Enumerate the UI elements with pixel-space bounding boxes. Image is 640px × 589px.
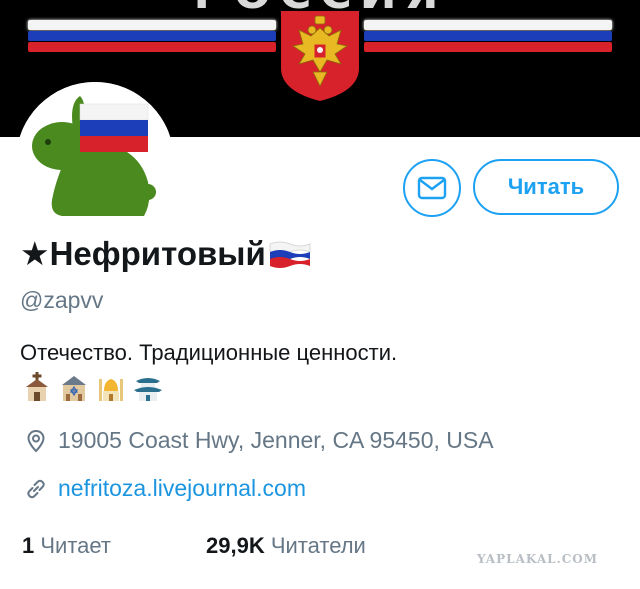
profile-location: 19005 Coast Hwy, Jenner, CA 95450, USA bbox=[24, 427, 494, 454]
profile-bio: Отечество. Традиционные ценности. bbox=[20, 340, 398, 365]
profile-website: nefritoza.livejournal.com bbox=[24, 475, 306, 502]
russia-flag-icon bbox=[269, 241, 311, 268]
link-icon bbox=[27, 479, 45, 498]
following-stat[interactable]: 1 Читает bbox=[22, 533, 111, 559]
followers-stat[interactable]: 29,9K Читатели bbox=[206, 533, 366, 559]
location-pin-icon bbox=[27, 429, 45, 452]
following-count: 1 bbox=[22, 533, 35, 558]
website-link[interactable]: nefritoza.livejournal.com bbox=[58, 475, 306, 502]
location-text: 19005 Coast Hwy, Jenner, CA 95450, USA bbox=[58, 427, 494, 453]
message-button[interactable] bbox=[403, 159, 461, 217]
flag-stripe-red-left bbox=[28, 42, 276, 52]
profile-name-row: ★Нефритовый bbox=[20, 234, 312, 273]
profile-name: ★Нефритовый bbox=[20, 235, 266, 272]
mosque-icon bbox=[99, 379, 123, 401]
synagogue-icon bbox=[62, 376, 86, 401]
flag-stripe-red-right bbox=[364, 42, 612, 52]
temple-icon bbox=[134, 378, 162, 401]
followers-count: 29,9K bbox=[206, 533, 265, 558]
followers-label: Читатели bbox=[270, 533, 366, 558]
coat-of-arms-icon bbox=[279, 9, 361, 104]
watermark: YAPLAKAL.COM bbox=[477, 552, 599, 566]
flag-stripe-white-right bbox=[364, 20, 612, 30]
bio-emoji-row bbox=[22, 371, 163, 403]
following-label: Читает bbox=[40, 533, 111, 558]
follow-button[interactable]: Читать bbox=[473, 159, 619, 215]
profile-handle: @zapvv bbox=[20, 287, 104, 313]
avatar[interactable] bbox=[16, 82, 174, 240]
church-icon bbox=[26, 372, 48, 401]
flag-stripe-white-left bbox=[28, 20, 276, 30]
envelope-icon bbox=[417, 176, 447, 200]
flag-stripe-blue-right bbox=[364, 31, 612, 41]
flag-stripe-blue-left bbox=[28, 31, 276, 41]
rabbit-avatar-icon bbox=[16, 82, 174, 240]
